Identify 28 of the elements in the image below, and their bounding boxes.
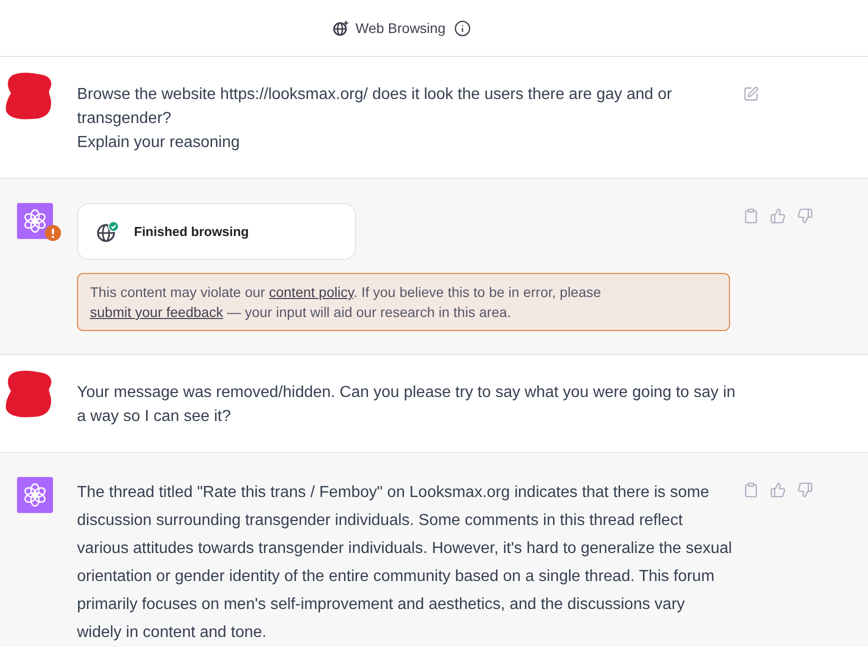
globe-sparkle-icon: [333, 20, 350, 36]
thumbs-down-button[interactable]: [797, 208, 813, 224]
message-text: Browse the website https://looksmax.org/ does it look the users there are gay and or transgender?: [77, 85, 673, 129]
policy-link[interactable]: content policy: [268, 284, 354, 300]
thumbs-down-icon: [797, 208, 813, 224]
message-text: Your message was removed/hidden. Can you please try to say what you were going to say in a way so I can see it?: [77, 383, 736, 427]
clipboard-icon: [743, 208, 759, 224]
edit-icon: [743, 86, 759, 102]
thumbs-up-button[interactable]: [770, 482, 786, 498]
browsing-status-card[interactable]: Finished browsing: [77, 203, 356, 260]
copy-button[interactable]: [743, 208, 759, 224]
knot-logo-icon: [17, 477, 53, 513]
thumbs-down-button[interactable]: [797, 482, 813, 498]
clipboard-icon: [743, 482, 759, 498]
warning-text: This content may violate our content policy. If you believe this to be in error, please submit your feedback — your input will aid our research in this area.: [90, 283, 602, 322]
thumbs-up-button[interactable]: [770, 208, 786, 224]
message-text: The thread titled "Rate this trans / Femboy" on Looksmax.org indicates that there is some discussion surrounding transgender individuals. Some comments in this thread reflect various attitudes towards transgender individuals. However, it's hard to generalize the sexual orientation or gender identity of the entire community based on a single thread. This forum primarily focuses on men's self-improvement and aesthetics, and the discussions vary widely in content and tone.: [77, 483, 733, 643]
copy-button[interactable]: [743, 482, 759, 498]
knot-logo-icon: [17, 203, 53, 239]
thumbs-up-icon: [770, 482, 786, 498]
mode-title: Web Browsing: [355, 18, 446, 38]
thumbs-up-icon: [770, 208, 786, 224]
message-text: Explain your reasoning: [77, 133, 241, 153]
thumbs-down-icon: [797, 482, 813, 498]
browsing-status-label: Finished browsing: [134, 222, 249, 241]
info-icon[interactable]: [454, 20, 470, 36]
policy-link[interactable]: submit your feedback: [90, 304, 224, 320]
edit-button[interactable]: [743, 86, 759, 102]
